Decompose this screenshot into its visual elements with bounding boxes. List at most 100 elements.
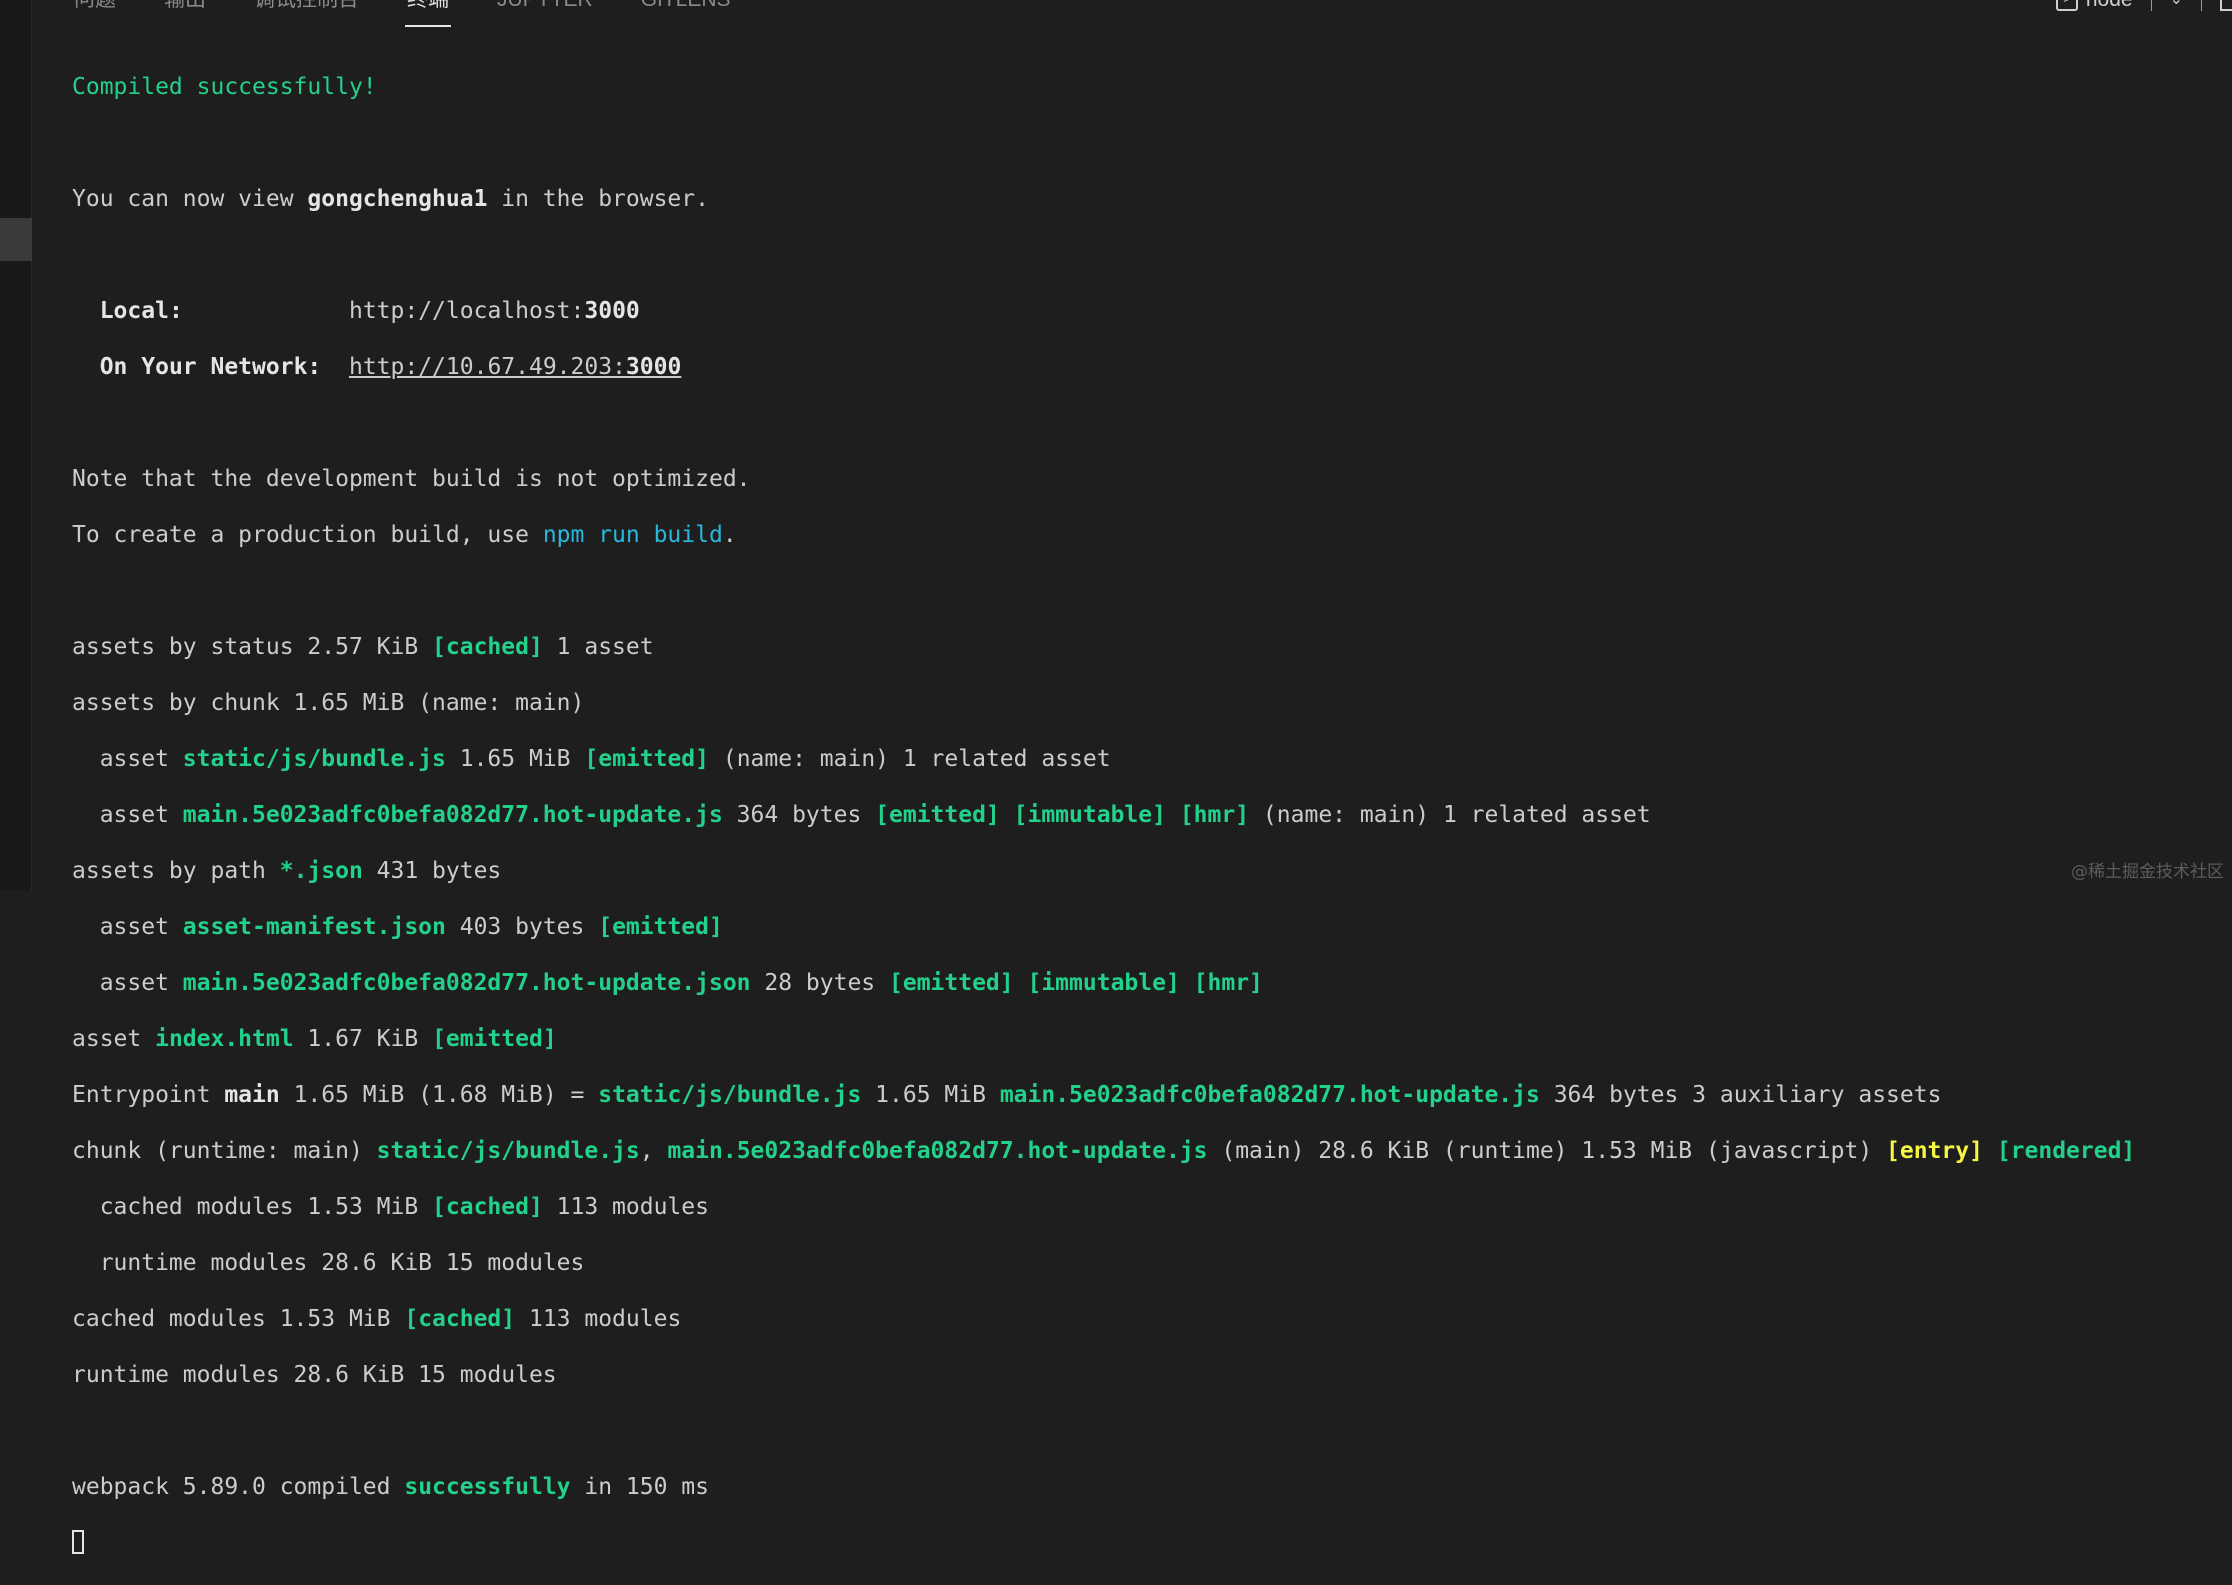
terminal-line: asset static/js/bundle.js 1.65 MiB [emit… xyxy=(72,745,2222,773)
terminal-line: asset index.html 1.67 KiB [emitted] xyxy=(72,1025,2222,1053)
log-text: , xyxy=(639,1138,668,1164)
url-port: 3000 xyxy=(625,354,682,380)
log-text: webpack 5.89.0 compiled xyxy=(72,1474,405,1500)
view-text: in the browser. xyxy=(487,186,709,212)
terminal-line: assets by chunk 1.65 MiB (name: main) xyxy=(72,689,2222,717)
terminal-cursor[interactable] xyxy=(72,1530,84,1554)
panel-tabs: 问题 输出 调试控制台 终端 JUPYTER GITLENS xyxy=(72,0,733,27)
divider xyxy=(2150,0,2152,11)
log-text: 28 bytes xyxy=(750,970,889,996)
app-name: gongchenghua1 xyxy=(307,186,488,212)
terminal-line: runtime modules 28.6 KiB 15 modules xyxy=(72,1361,2222,1389)
activity-bar-active-marker[interactable] xyxy=(0,218,32,261)
log-text: runtime modules 28.6 KiB 15 modules xyxy=(72,1250,585,1276)
file-glob: *.json xyxy=(279,858,363,884)
log-text: asset xyxy=(72,1026,156,1052)
log-text: 113 modules xyxy=(515,1306,682,1332)
tab-problems[interactable]: 问题 xyxy=(72,0,118,21)
log-text: 1.65 MiB xyxy=(445,746,585,772)
log-text: Entrypoint xyxy=(72,1082,225,1108)
log-text: 431 bytes xyxy=(362,858,502,884)
log-text: 1 asset xyxy=(542,634,654,660)
tab-terminal[interactable]: 终端 xyxy=(405,0,451,27)
status-tag: [rendered] xyxy=(1996,1138,2136,1164)
network-label: On Your Network: xyxy=(99,354,322,380)
terminal-selector[interactable]: > node xyxy=(2055,0,2133,13)
terminal-line: runtime modules 28.6 KiB 15 modules xyxy=(72,1249,2222,1277)
terminal-line: assets by status 2.57 KiB [cached] 1 ass… xyxy=(72,633,2222,661)
log-text: chunk (runtime: main) xyxy=(72,1138,377,1164)
status-tag: [emitted] xyxy=(584,746,709,772)
file-name: main.5e023adfc0befa082d77.hot-update.js xyxy=(182,802,723,828)
terminal-line: Local: http://localhost:3000 xyxy=(72,297,2222,325)
log-text: 113 modules xyxy=(542,1194,709,1220)
log-text: (main) 28.6 KiB (runtime) 1.53 MiB (java… xyxy=(1207,1138,1887,1164)
compiled-message: Compiled successfully! xyxy=(72,74,377,100)
terminal-line: chunk (runtime: main) static/js/bundle.j… xyxy=(72,1137,2222,1165)
status-tag: [cached] xyxy=(432,1194,543,1220)
log-text: 364 bytes xyxy=(722,802,876,828)
log-text: assets by chunk 1.65 MiB (name: main) xyxy=(72,690,585,716)
terminal-line: Entrypoint main 1.65 MiB (1.68 MiB) = st… xyxy=(72,1081,2222,1109)
local-url[interactable]: http://localhost:3000 xyxy=(349,298,640,324)
terminal-line xyxy=(72,1529,2222,1557)
file-name: main.5e023adfc0befa082d77.hot-update.jso… xyxy=(182,970,751,996)
terminal-line: To create a production build, use npm ru… xyxy=(72,521,2222,549)
compile-status: successfully xyxy=(404,1474,571,1500)
log-text: (name: main) 1 related asset xyxy=(1249,802,1651,828)
log-text: cached modules 1.53 MiB xyxy=(72,1306,405,1332)
log-text: 1.67 KiB xyxy=(293,1026,433,1052)
status-tag: [emitted] xyxy=(875,802,1000,828)
url-port: 3000 xyxy=(584,298,640,324)
log-text: 1.65 MiB xyxy=(861,1082,1000,1108)
log-text: 1.65 MiB (1.68 MiB) = xyxy=(279,1082,599,1108)
log-text: runtime modules 28.6 KiB 15 modules xyxy=(72,1362,557,1388)
network-url[interactable]: http://10.67.49.203:3000 xyxy=(349,354,681,380)
log-text: assets by path xyxy=(72,858,280,884)
status-tag: [immutable] xyxy=(1027,970,1180,996)
terminal-line: assets by path *.json 431 bytes xyxy=(72,857,2222,885)
file-name: static/js/bundle.js xyxy=(376,1138,640,1164)
note-text: . xyxy=(722,522,737,548)
note-text: To create a production build, use xyxy=(72,522,543,548)
maximize-icon[interactable] xyxy=(2220,0,2232,11)
log-text: assets by status 2.57 KiB xyxy=(72,634,433,660)
file-name: main.5e023adfc0befa082d77.hot-update.js xyxy=(667,1138,1208,1164)
terminal-line: cached modules 1.53 MiB [cached] 113 mod… xyxy=(72,1305,2222,1333)
terminal-output[interactable]: Compiled successfully! You can now view … xyxy=(72,45,2222,1585)
activity-bar xyxy=(0,0,32,890)
status-tag: [emitted] xyxy=(598,914,723,940)
terminal-line: webpack 5.89.0 compiled successfully in … xyxy=(72,1473,2222,1501)
log-text: in 150 ms xyxy=(570,1474,709,1500)
log-text: (name: main) 1 related asset xyxy=(709,746,1111,772)
log-text: 364 bytes 3 auxiliary assets xyxy=(1539,1082,1942,1108)
log-text: asset xyxy=(72,746,183,772)
status-tag: [immutable] xyxy=(1013,802,1166,828)
chevron-down-icon[interactable]: ⌄ xyxy=(2170,0,2183,13)
terminal-line: You can now view gongchenghua1 in the br… xyxy=(72,185,2222,213)
status-tag: [entry] xyxy=(1886,1138,1983,1164)
terminal-icon: > xyxy=(2055,0,2078,12)
log-text: asset xyxy=(72,914,183,940)
status-tag: [emitted] xyxy=(889,970,1014,996)
status-tag: [cached] xyxy=(404,1306,516,1332)
panel-actions: > node ⌄ xyxy=(2055,0,2232,13)
file-name: static/js/bundle.js xyxy=(598,1082,862,1108)
local-label: Local: xyxy=(99,298,183,324)
entrypoint-name: main xyxy=(224,1082,280,1108)
tab-jupyter[interactable]: JUPYTER xyxy=(495,0,595,21)
url-text: http://localhost: xyxy=(348,298,585,324)
status-tag: [hmr] xyxy=(1193,970,1263,996)
log-text: asset xyxy=(72,970,183,996)
tab-gitlens[interactable]: GITLENS xyxy=(639,0,733,21)
terminal-line: cached modules 1.53 MiB [cached] 113 mod… xyxy=(72,1193,2222,1221)
file-name: index.html xyxy=(155,1026,294,1052)
build-command: npm run build xyxy=(542,522,723,548)
tab-output[interactable]: 输出 xyxy=(162,0,208,21)
tab-debug-console[interactable]: 调试控制台 xyxy=(252,0,361,21)
log-text: asset xyxy=(72,802,183,828)
file-name: static/js/bundle.js xyxy=(182,746,446,772)
status-tag: [cached] xyxy=(432,634,543,660)
